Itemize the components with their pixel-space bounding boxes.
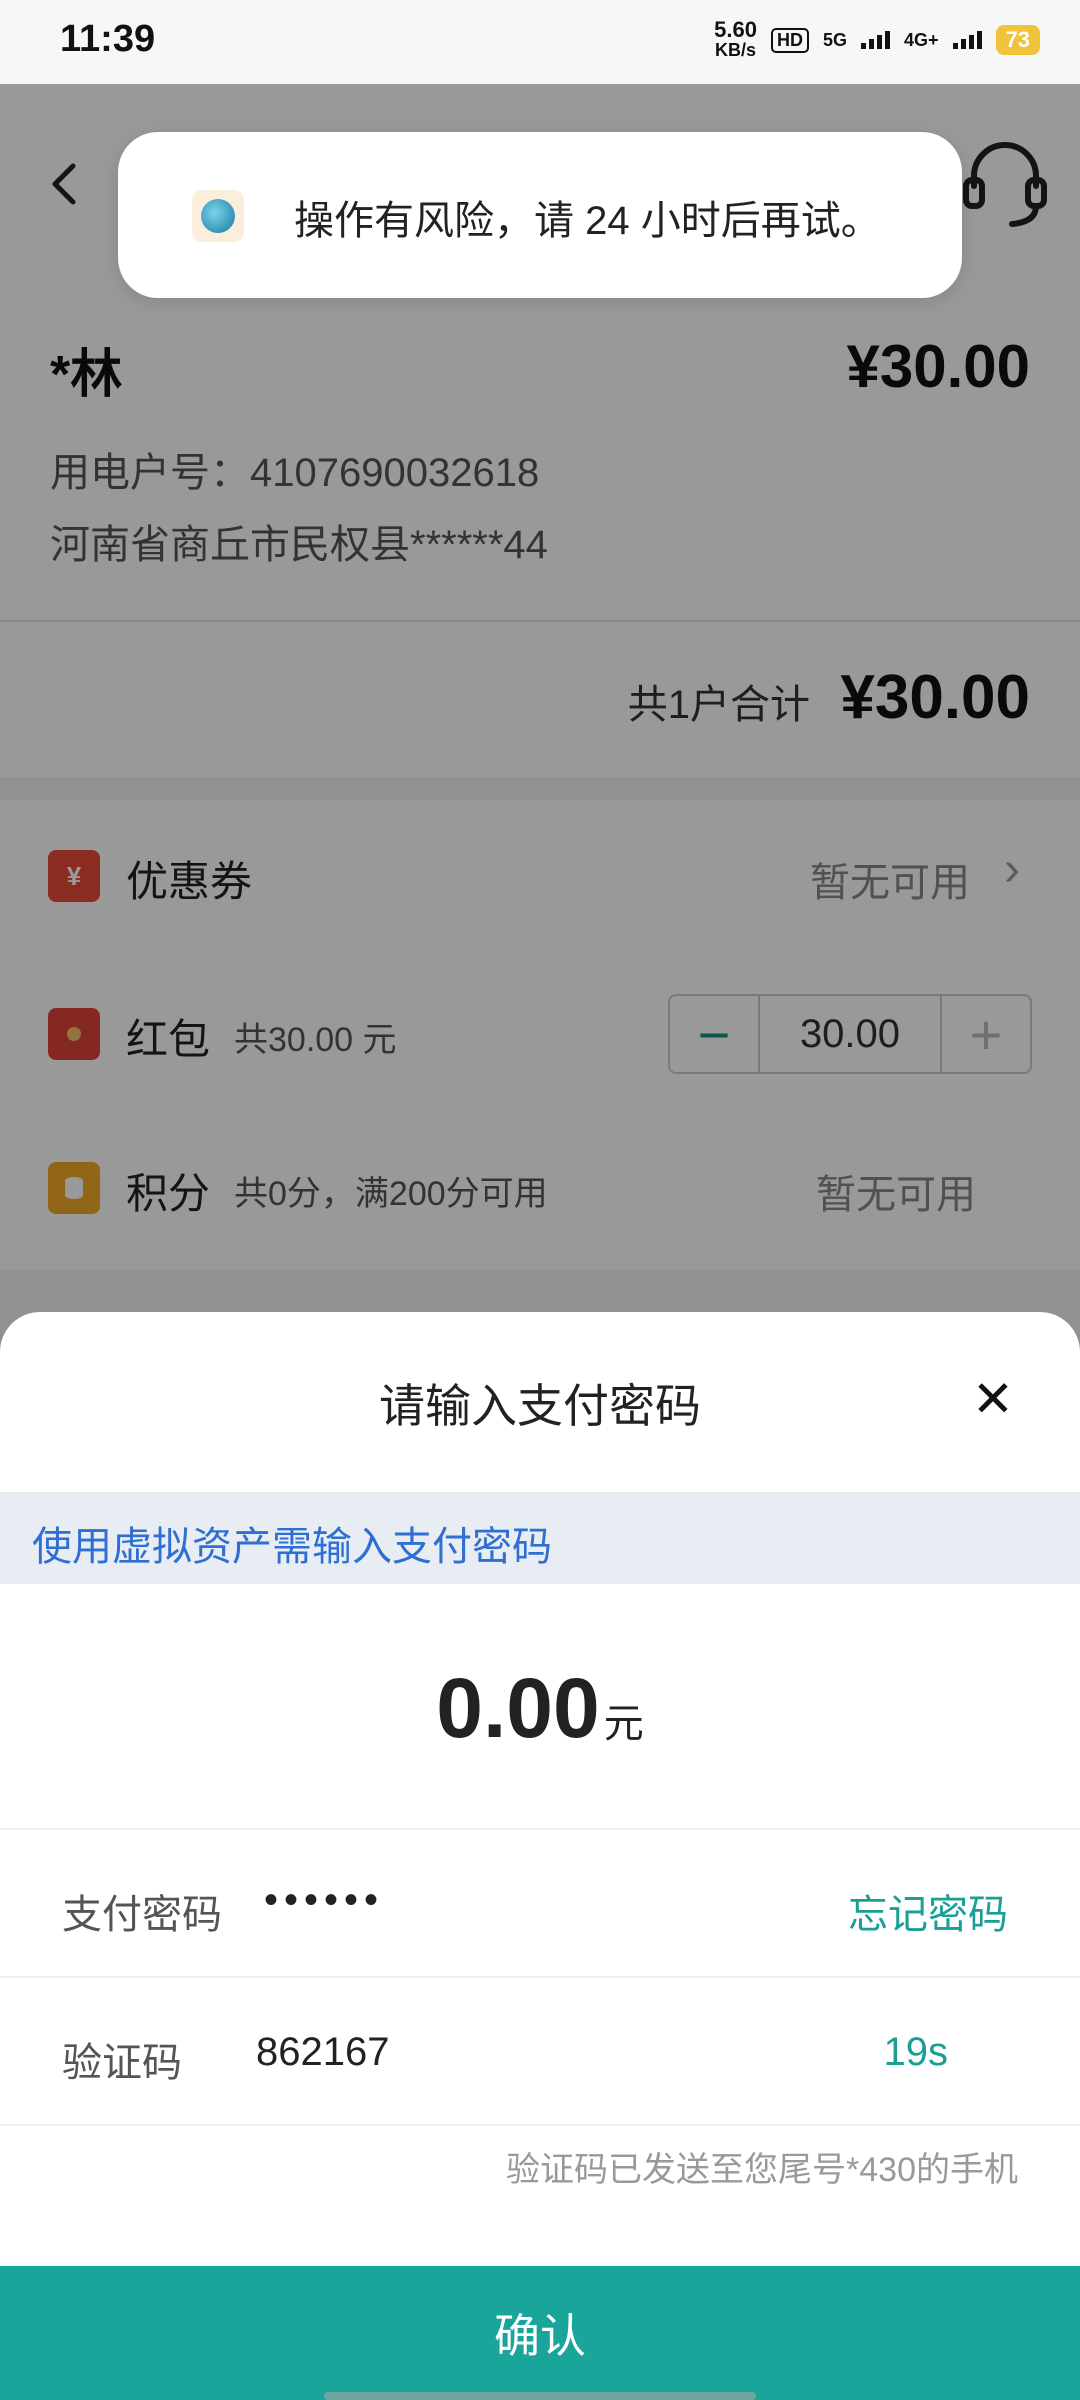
divider xyxy=(0,1976,1080,1978)
sheet-title: 请输入支付密码 xyxy=(379,1380,701,1432)
code-label: 验证码 xyxy=(62,2041,182,2085)
payment-password-sheet: 请输入支付密码 ✕ 使用虚拟资产需输入支付密码 0.00 元 支付密码 •••••… xyxy=(0,1312,1080,2400)
signal-icon xyxy=(860,31,890,49)
password-label: 支付密码 xyxy=(62,1893,222,1937)
status-time: 11:39 xyxy=(60,18,156,60)
password-field[interactable]: •••••• xyxy=(264,1878,384,1923)
divider xyxy=(0,1828,1080,1830)
code-field[interactable]: 862167 xyxy=(256,2030,389,2075)
divider xyxy=(0,2124,1080,2126)
signal-icon-2 xyxy=(952,31,982,49)
network-5g-label: 5G xyxy=(822,29,847,50)
amount-unit: 元 xyxy=(603,1702,644,1746)
notice-text: 使用虚拟资产需输入支付密码 xyxy=(32,1525,552,1569)
code-countdown: 19s xyxy=(883,2030,949,2074)
toast-message: 操作有风险，请 24 小时后再试。 xyxy=(294,199,881,243)
code-sent-hint: 验证码已发送至您尾号*430的手机 xyxy=(506,2151,1018,2189)
toast: 操作有风险，请 24 小时后再试。 xyxy=(118,132,962,298)
status-bar: 11:39 5.60 KB/s HD 5G 4G+ 73 xyxy=(0,0,1080,84)
network-speed: 5.60 KB/s xyxy=(714,17,757,61)
forgot-password-link[interactable]: 忘记密码 xyxy=(848,1882,1008,1940)
hd-icon: HD xyxy=(770,27,809,53)
confirm-button[interactable]: 确认 xyxy=(0,2266,1080,2400)
network-4g-label: 4G+ xyxy=(903,29,939,50)
close-icon[interactable]: ✕ xyxy=(968,1374,1018,1424)
app-logo-icon xyxy=(192,190,244,242)
home-indicator xyxy=(324,2392,756,2400)
battery-icon: 73 xyxy=(995,25,1040,55)
amount-value: 0.00 xyxy=(436,1661,600,1755)
status-icons: 5.60 KB/s HD 5G 4G+ 73 xyxy=(714,17,1040,61)
payment-amount: 0.00 元 xyxy=(0,1660,1080,1757)
notice-bar: 使用虚拟资产需输入支付密码 xyxy=(0,1492,1080,1584)
